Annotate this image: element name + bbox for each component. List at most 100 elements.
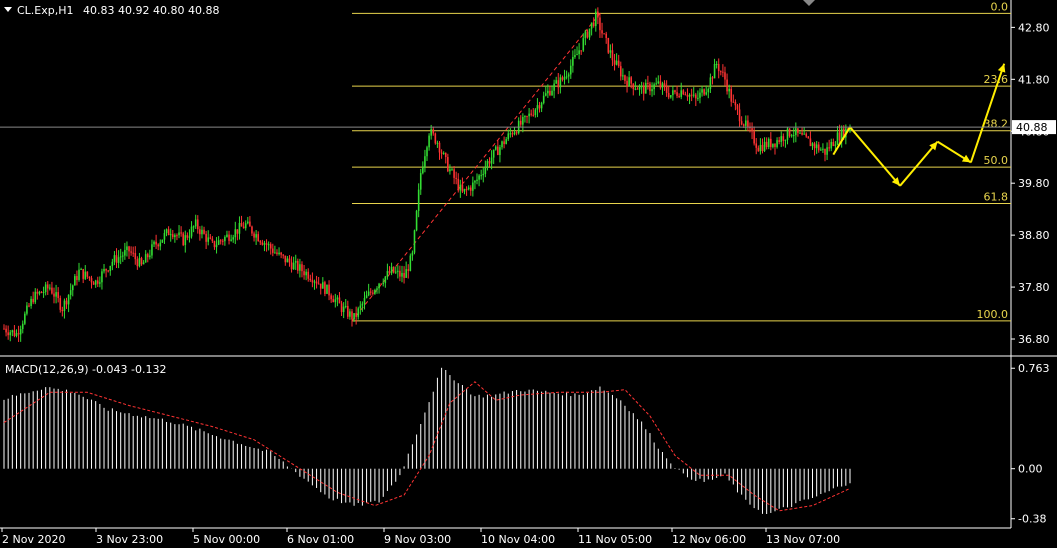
candle-body [84, 271, 87, 279]
candle-body [640, 86, 643, 88]
candle-body [9, 332, 12, 336]
fib-level-label: 61.8 [984, 190, 1009, 203]
candle-body [105, 269, 107, 271]
candle-body [238, 222, 241, 234]
candle-body [424, 156, 426, 168]
candle-body [832, 141, 835, 147]
candle-body [67, 294, 70, 305]
candle-body [576, 54, 578, 56]
candle-body [378, 283, 380, 289]
candle-body [138, 258, 141, 267]
candle-body [807, 136, 810, 139]
candle-body [99, 282, 101, 284]
candle-body [142, 262, 145, 265]
time-tick-label: 5 Nov 00:00 [193, 533, 260, 546]
candle-body [594, 11, 597, 27]
candle-body [322, 282, 324, 289]
candle-body [369, 291, 372, 293]
candle-body [201, 229, 203, 235]
candle-body [722, 71, 724, 73]
candle-body [382, 283, 385, 285]
candle-body [519, 120, 522, 125]
candle-body [632, 83, 635, 90]
candle-body [720, 71, 722, 73]
candle-body [669, 95, 672, 98]
candle-body [772, 143, 774, 147]
candle-body [811, 143, 814, 147]
candle-body [176, 235, 178, 237]
candle-body [457, 178, 460, 191]
candle-body [186, 235, 189, 238]
candle-body [661, 83, 664, 88]
candle-body [159, 242, 162, 247]
candle-body [153, 241, 155, 245]
candle-body [124, 250, 126, 256]
candle-body [582, 38, 585, 51]
candle-body [551, 90, 553, 96]
candle-body [490, 157, 493, 164]
chart-ohlc: 40.83 40.92 40.80 40.88 [83, 4, 219, 17]
candle-body [299, 264, 301, 271]
candle-body [59, 298, 62, 310]
candle-body [770, 138, 772, 147]
candle-body [55, 292, 57, 297]
candle-body [628, 77, 630, 87]
candle-body [269, 244, 272, 249]
candle-body [828, 147, 830, 149]
candle-body [634, 88, 637, 90]
candle-body [309, 278, 312, 281]
candle-body [11, 330, 14, 333]
current-price-label: 40.88 [1016, 121, 1048, 134]
candle-body [472, 182, 474, 191]
candle-body [86, 271, 89, 277]
candle-body [619, 66, 622, 77]
candle-body [665, 86, 668, 93]
candle-body [126, 246, 128, 251]
candle-body [276, 252, 278, 255]
candle-body [705, 92, 708, 95]
candle-body [303, 271, 305, 276]
candle-body [728, 88, 730, 92]
candle-body [742, 124, 745, 126]
candle-body [690, 94, 693, 96]
candle-body [94, 280, 97, 285]
price-tick-label: 36.80 [1018, 333, 1050, 346]
candle-body [203, 229, 205, 234]
candle-body [36, 291, 39, 294]
candle-body [340, 303, 343, 313]
candle-body [26, 305, 28, 314]
candle-body [107, 270, 109, 272]
candle-body [649, 83, 651, 92]
candle-body [453, 169, 455, 178]
candle-body [751, 128, 753, 132]
candle-body [349, 311, 351, 317]
candle-body [234, 229, 237, 238]
candle-body [782, 136, 785, 141]
candle-body [19, 329, 22, 335]
candle-body [624, 75, 626, 81]
candle-body [674, 90, 676, 93]
candle-body [319, 283, 322, 289]
time-tick-label: 6 Nov 01:00 [287, 533, 354, 546]
candle-body [46, 284, 49, 289]
candle-body [415, 210, 418, 231]
candle-body [113, 255, 116, 262]
candle-body [565, 76, 568, 78]
candle-body [111, 261, 114, 266]
candle-body [524, 116, 526, 118]
candle-body [294, 260, 297, 263]
candle-body [532, 114, 535, 116]
candle-body [442, 152, 445, 154]
candle-body [553, 83, 555, 91]
candle-body [822, 148, 824, 150]
candle-body [630, 77, 633, 84]
candle-body [65, 300, 68, 305]
candle-body [528, 113, 530, 117]
candle-body [636, 88, 639, 90]
candle-body [78, 269, 80, 280]
candle-body [588, 28, 591, 38]
candle-body [232, 237, 235, 240]
candle-body [601, 30, 603, 34]
candle-body [282, 254, 285, 256]
candle-body [286, 258, 289, 263]
